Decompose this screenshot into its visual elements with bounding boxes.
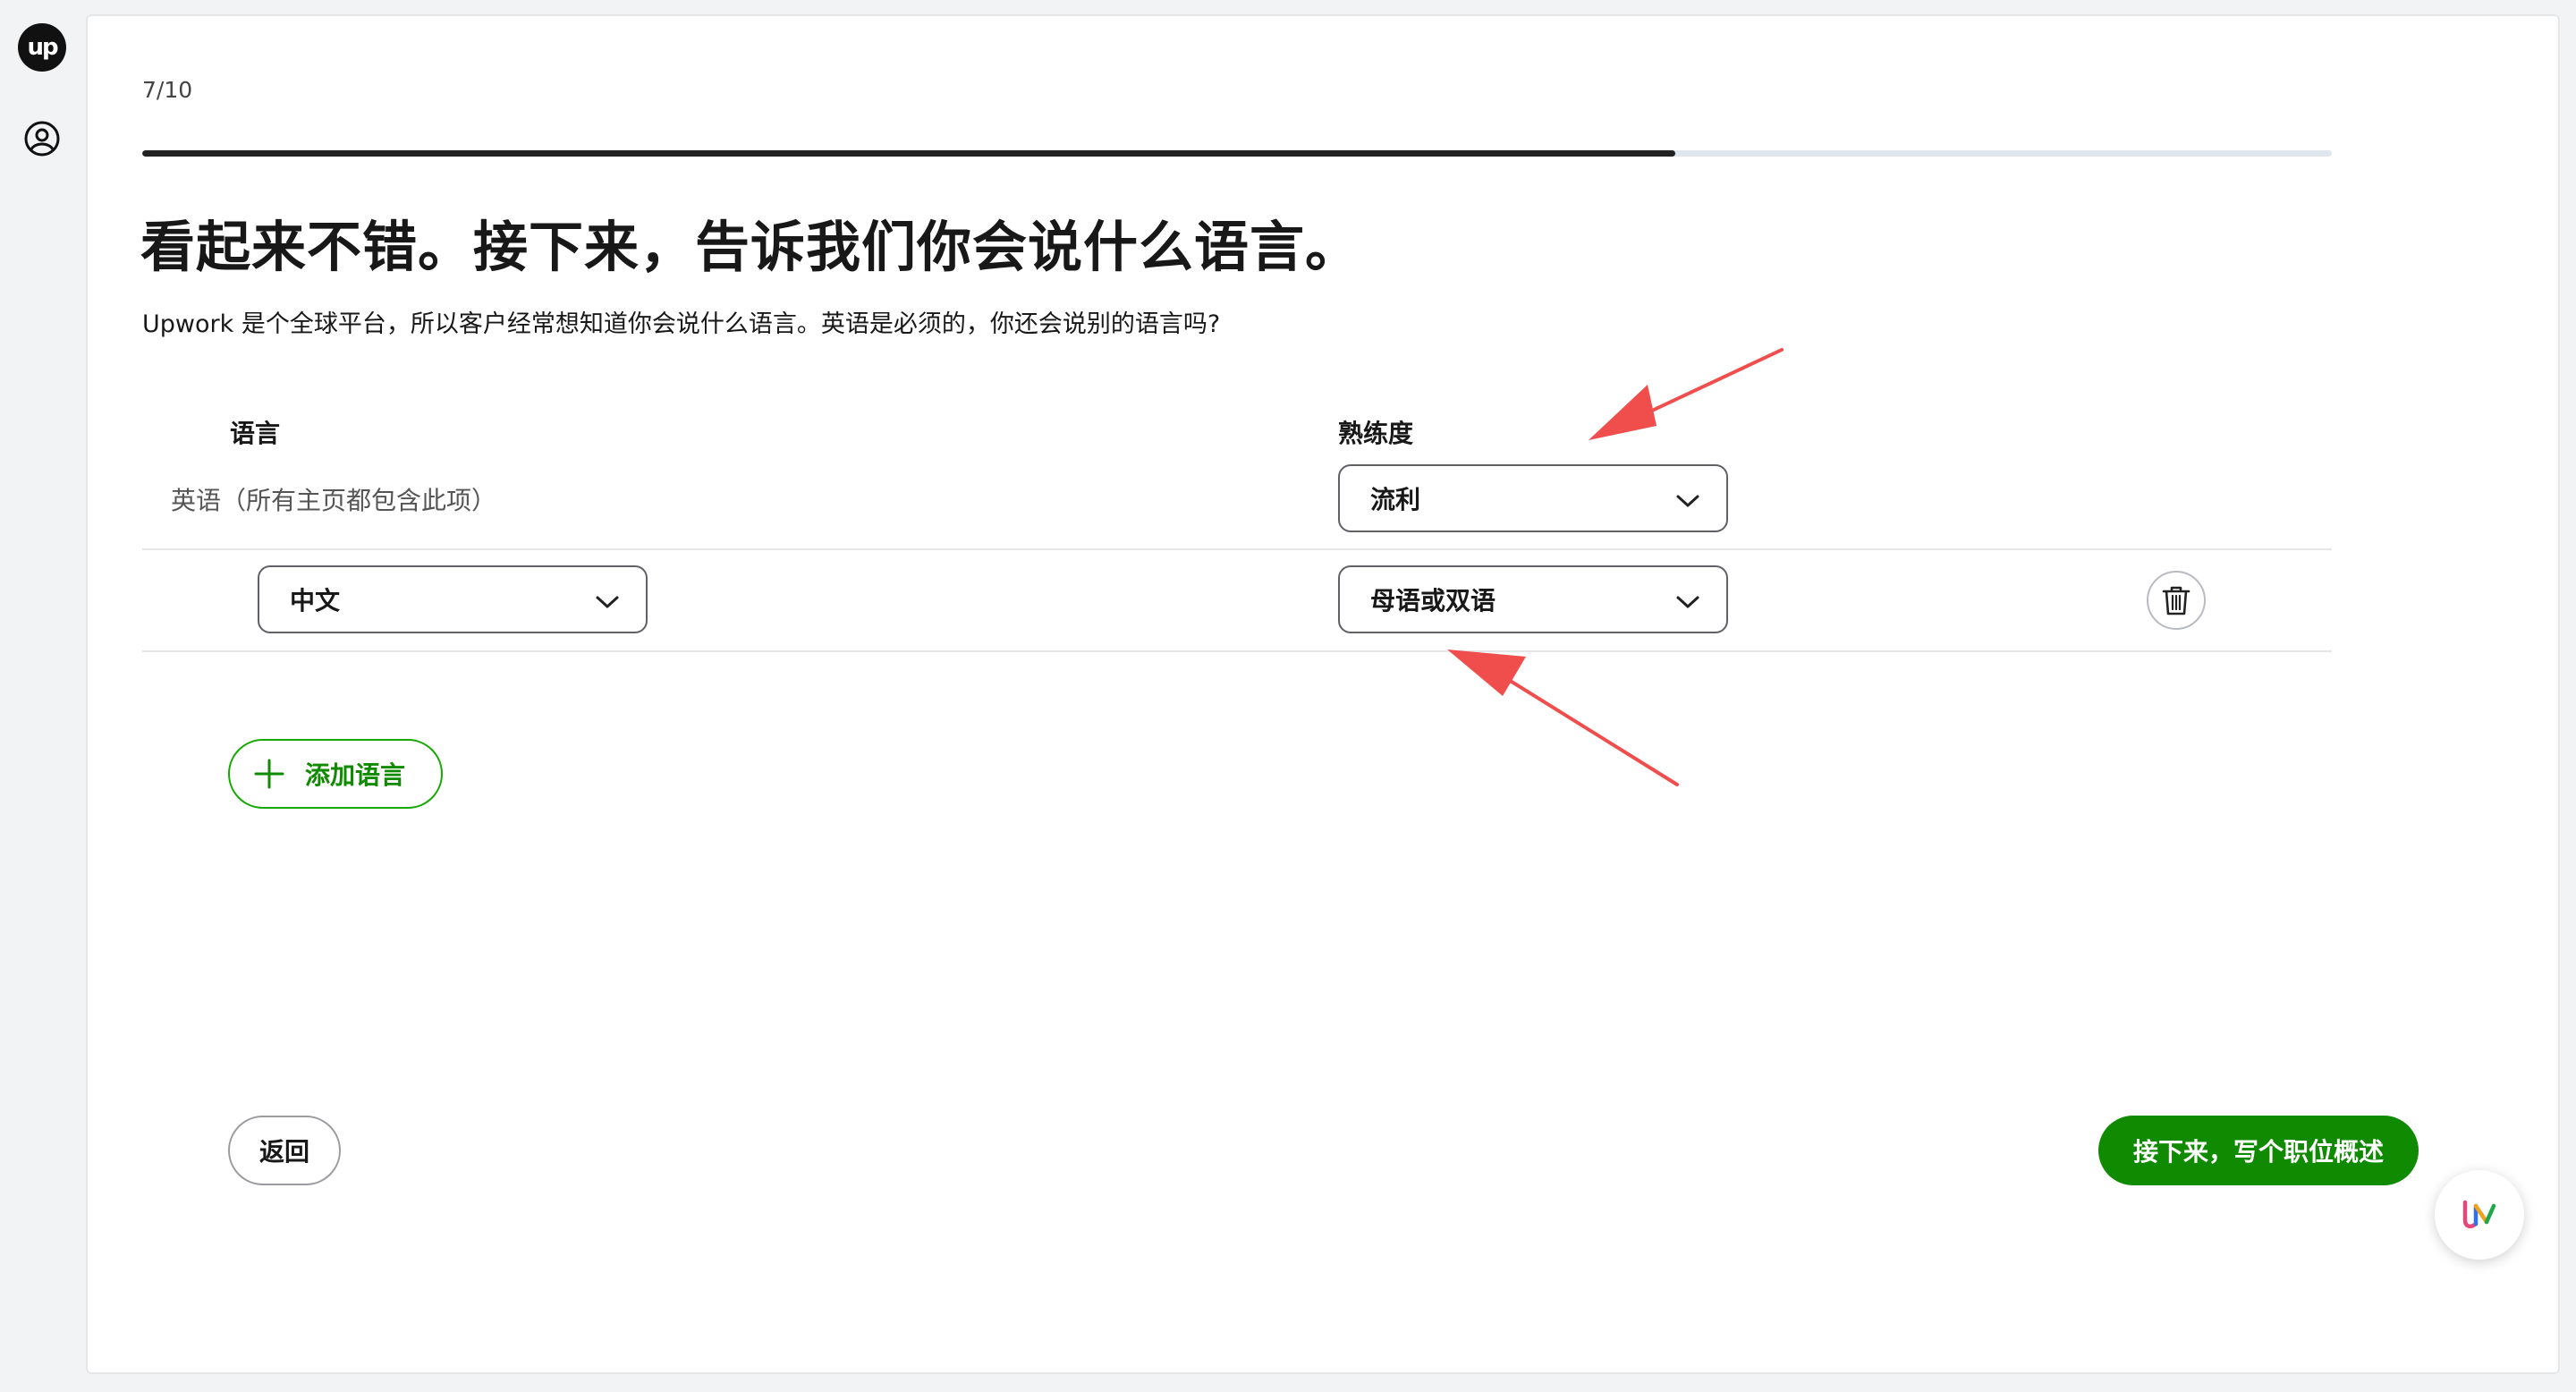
assistant-button[interactable]	[2435, 1170, 2524, 1260]
proficiency-select-value: 流利	[1370, 485, 1421, 514]
progress-bar-fill	[142, 150, 1675, 157]
page-subtitle: Upwork 是个全球平台，所以客户经常想知道你会说什么语言。英语是必须的，你还…	[142, 310, 1221, 338]
next-button[interactable]: 接下来，写个职位概述	[2098, 1116, 2419, 1185]
add-language-label: 添加语言	[305, 760, 406, 790]
language-select-value: 中文	[290, 586, 341, 615]
delete-language-button[interactable]	[2147, 571, 2206, 630]
chevron-down-icon	[596, 596, 619, 608]
trash-icon	[2162, 586, 2190, 615]
step-indicator: 7/10	[142, 77, 193, 103]
row-divider	[142, 650, 2332, 652]
language-column-label: 语言	[230, 419, 281, 448]
row-divider	[142, 548, 2332, 550]
sidebar: up	[0, 0, 86, 1392]
assistant-icon	[2462, 1200, 2496, 1229]
proficiency-column-label: 熟练度	[1338, 419, 1414, 448]
upwork-logo[interactable]: up	[18, 23, 66, 72]
chevron-down-icon	[1676, 495, 1699, 507]
proficiency-select-value: 母语或双语	[1370, 586, 1496, 615]
proficiency-select-chinese[interactable]: 母语或双语	[1338, 565, 1728, 633]
chevron-down-icon	[1676, 596, 1699, 608]
back-button[interactable]: 返回	[228, 1116, 341, 1185]
page-title: 看起来不错。接下来，告诉我们你会说什么语言。	[140, 216, 1361, 279]
plus-icon	[254, 759, 284, 789]
add-language-button[interactable]: 添加语言	[228, 739, 443, 809]
progress-bar	[142, 150, 2332, 157]
proficiency-select-english[interactable]: 流利	[1338, 464, 1728, 532]
language-select-chinese[interactable]: 中文	[258, 565, 648, 633]
profile-icon[interactable]	[23, 120, 61, 157]
fixed-language-english: 英语（所有主页都包含此项）	[171, 486, 497, 515]
